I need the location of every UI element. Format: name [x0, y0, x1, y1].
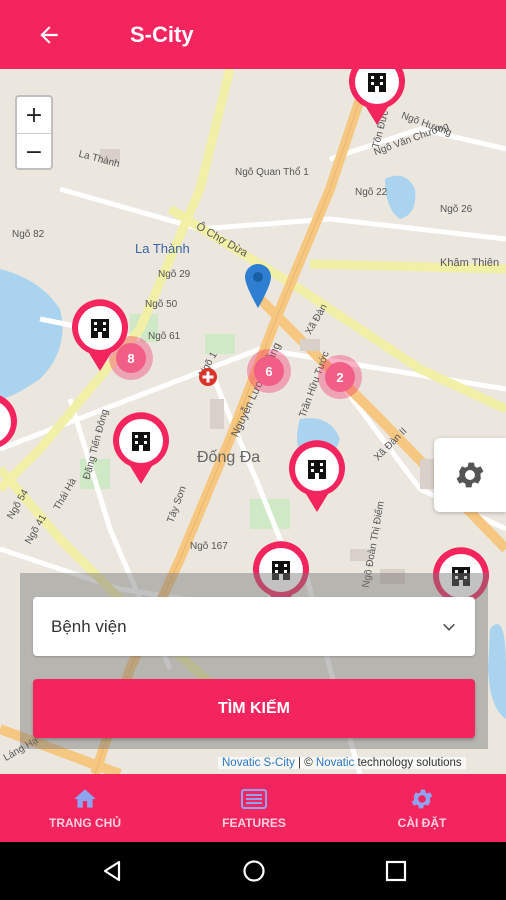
nav-item-features[interactable]: FEATURES: [184, 774, 324, 842]
map-marker-icon[interactable]: [243, 262, 273, 310]
nav-item-label: FEATURES: [222, 816, 286, 830]
place-label-la-thanh: La Thành: [135, 241, 190, 256]
map-settings-button[interactable]: [434, 438, 506, 512]
marker-cluster[interactable]: 2: [318, 355, 362, 399]
nav-item-settings[interactable]: CÀI ĐẶT: [352, 774, 492, 842]
map-attribution: Novatic S-City | © Novatic technology so…: [218, 757, 466, 769]
category-select-value: Bệnh viện: [51, 617, 127, 636]
attribution-text: technology solutions: [354, 757, 462, 769]
chevron-down-icon: [443, 623, 455, 631]
home-circle-icon[interactable]: [242, 859, 266, 883]
hospital-building-icon[interactable]: [110, 410, 172, 486]
system-navigation-bar: [0, 842, 506, 900]
street-label: Ngõ 82: [12, 229, 45, 240]
hospital-building-icon[interactable]: [286, 438, 348, 514]
nav-item-home[interactable]: TRANG CHỦ: [15, 774, 155, 842]
hospital-building-icon[interactable]: [346, 69, 408, 127]
cluster-count: 6: [254, 356, 284, 386]
back-triangle-icon[interactable]: [100, 859, 124, 883]
street-label: Ngõ 61: [148, 331, 181, 342]
hospital-cross-icon: [199, 368, 217, 386]
marker-cluster[interactable]: 6: [247, 349, 291, 393]
cluster-count: 8: [116, 343, 146, 373]
arrow-left-icon[interactable]: [36, 22, 62, 48]
bottom-navigation: TRANG CHỦ FEATURES CÀI ĐẶT: [0, 774, 506, 842]
list-card-icon: [241, 789, 267, 809]
category-select[interactable]: Bệnh viện: [33, 597, 475, 656]
attribution-link-novatic[interactable]: Novatic: [316, 757, 354, 769]
street-label: Ngõ 167: [190, 541, 228, 552]
street-label: Ngõ 26: [440, 204, 473, 215]
search-button[interactable]: TÌM KIẾM: [33, 679, 475, 738]
hospital-building-icon[interactable]: [0, 391, 20, 467]
street-label: Ngõ 22: [355, 187, 388, 198]
street-label: Khâm Thiên: [440, 257, 500, 269]
attribution-link-scity[interactable]: Novatic S-City: [222, 757, 295, 769]
zoom-out-button[interactable]: −: [17, 134, 51, 170]
attribution-separator: | ©: [294, 757, 316, 769]
marker-cluster[interactable]: 8: [109, 336, 153, 380]
gear-icon: [411, 789, 433, 809]
street-label: Ngõ 50: [145, 299, 178, 310]
gear-icon: [456, 462, 484, 488]
zoom-in-button[interactable]: +: [17, 97, 51, 134]
zoom-control: + −: [15, 95, 53, 170]
place-label-dong-da: Đống Đa: [197, 449, 261, 466]
recents-square-icon[interactable]: [384, 859, 408, 883]
street-label: Ngõ 29: [158, 269, 191, 280]
home-icon: [74, 789, 96, 808]
nav-item-label: TRANG CHỦ: [49, 816, 121, 830]
cluster-count: 2: [325, 362, 355, 392]
street-label: Ngõ Quan Thổ 1: [235, 167, 309, 178]
nav-item-label: CÀI ĐẶT: [397, 816, 447, 830]
page-title: S-City: [130, 22, 194, 47]
app-bar: S-City: [0, 0, 506, 69]
